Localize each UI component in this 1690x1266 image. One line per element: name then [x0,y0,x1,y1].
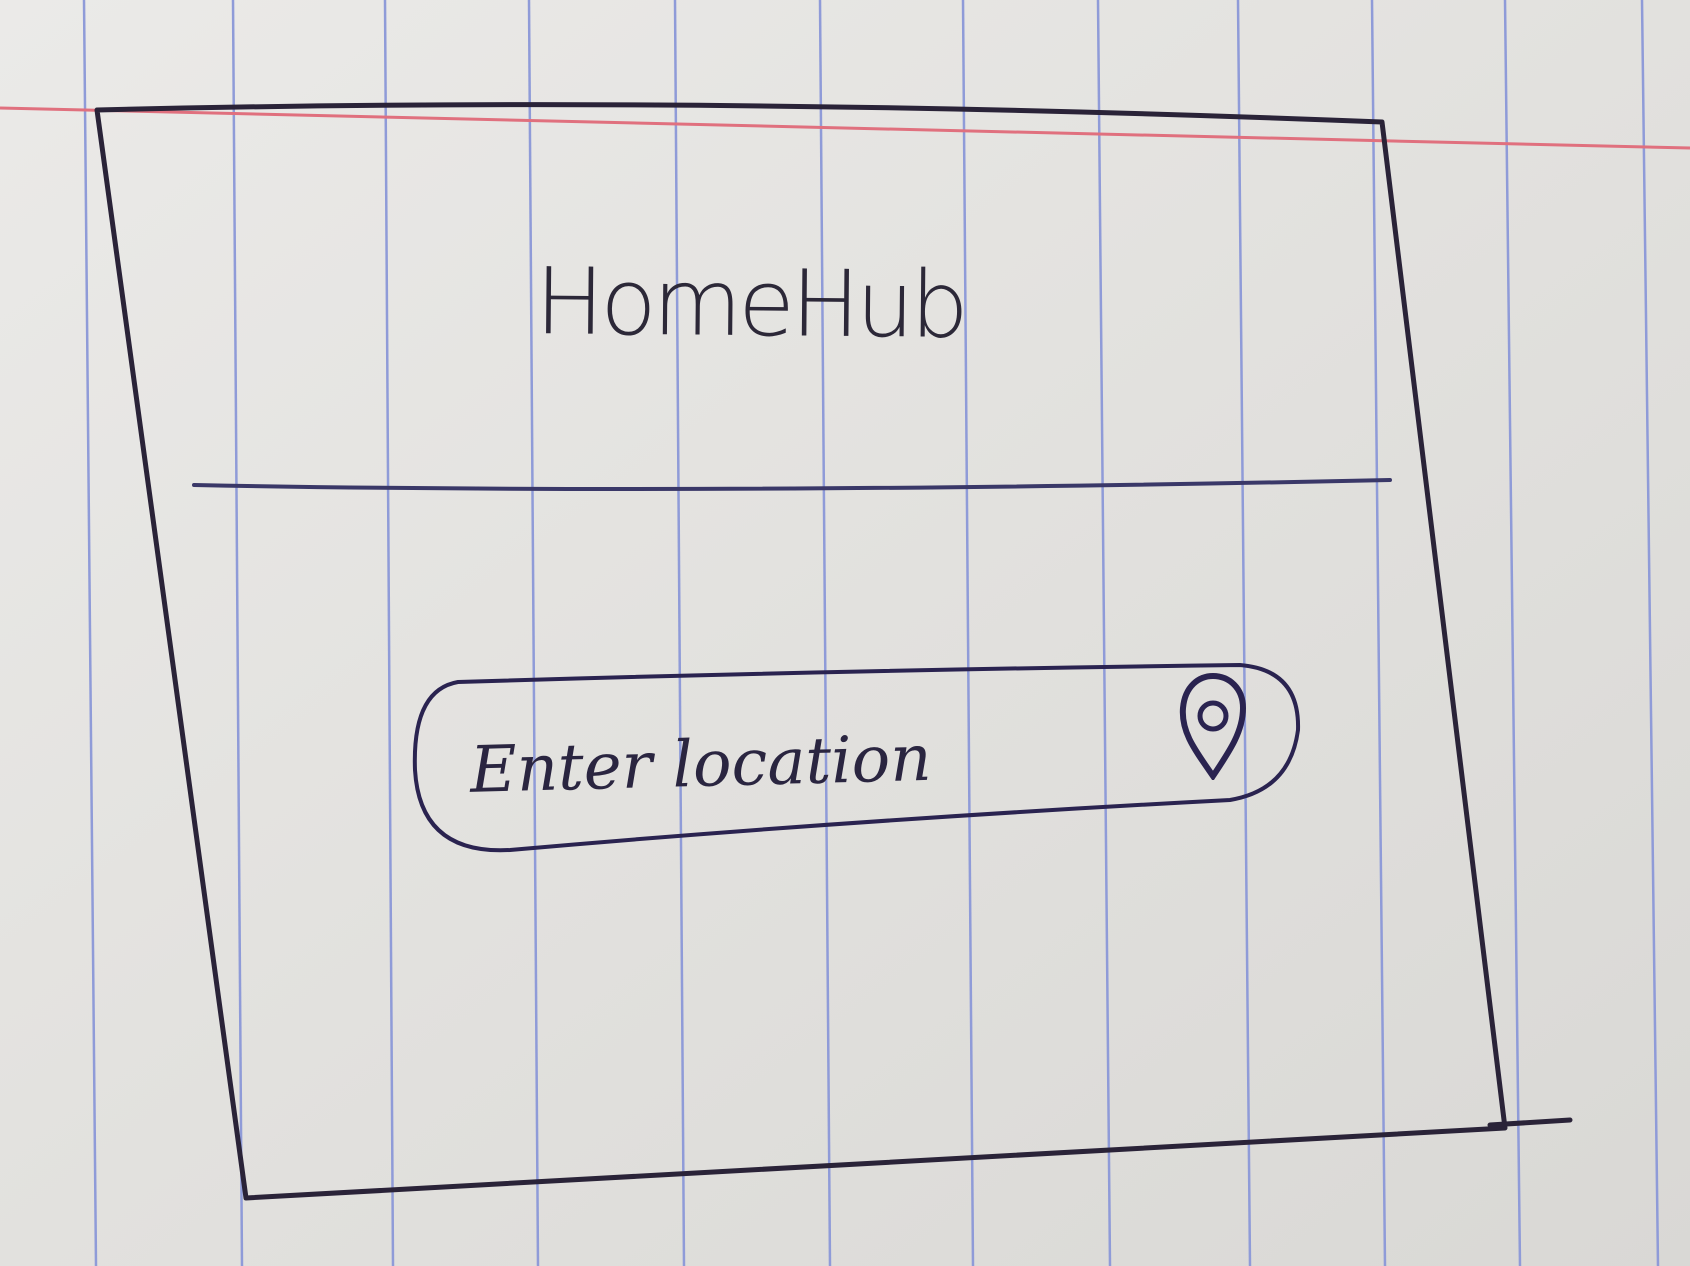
map-pin-icon[interactable] [1175,670,1251,780]
location-search-field[interactable]: Enter location [468,706,1152,819]
notebook-paper [0,0,1690,1266]
app-title: HomeHub [534,248,966,359]
location-search-input[interactable] [468,706,1152,819]
